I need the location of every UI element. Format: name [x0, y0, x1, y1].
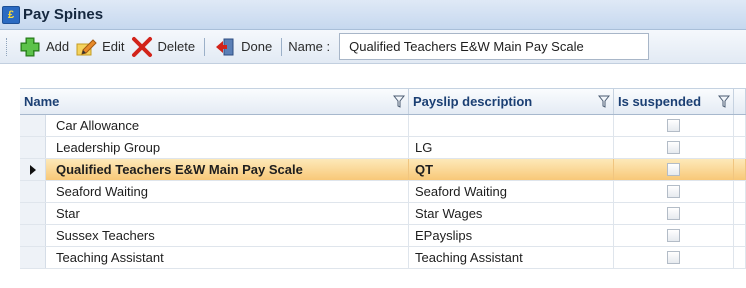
cell-name: Teaching Assistant — [46, 247, 409, 268]
pay-spines-icon: £ — [2, 5, 20, 24]
cell-payslip-description: EPayslips — [409, 225, 614, 246]
edit-pencil-icon — [76, 38, 97, 55]
cell-extra — [734, 137, 746, 158]
cell-name: Leadership Group — [46, 137, 409, 158]
table-row[interactable]: Sussex Teachers EPayslips — [20, 225, 746, 247]
table-row[interactable]: Teaching Assistant Teaching Assistant — [20, 247, 746, 269]
row-selector[interactable] — [20, 181, 46, 202]
column-header-name[interactable]: Name — [20, 89, 409, 114]
pay-spines-grid: Name Payslip description Is suspended Ca… — [20, 88, 746, 269]
cell-payslip-description: Star Wages — [409, 203, 614, 224]
exit-door-icon — [216, 38, 234, 55]
cell-name: Car Allowance — [46, 115, 409, 136]
delete-x-icon — [131, 36, 152, 57]
suspended-checkbox[interactable] — [667, 185, 680, 198]
delete-button[interactable]: Delete — [128, 36, 199, 58]
cell-is-suspended — [614, 247, 734, 268]
done-button[interactable]: Done — [211, 36, 275, 58]
cell-extra — [734, 225, 746, 246]
row-selector[interactable] — [20, 203, 46, 224]
table-row[interactable]: Star Star Wages — [20, 203, 746, 225]
cell-is-suspended — [614, 225, 734, 246]
done-label: Done — [241, 39, 273, 54]
cell-name: Qualified Teachers E&W Main Pay Scale — [46, 159, 409, 180]
add-label: Add — [46, 39, 70, 54]
row-selector[interactable] — [20, 115, 46, 136]
row-selector[interactable] — [20, 225, 46, 246]
cell-name: Seaford Waiting — [46, 181, 409, 202]
filter-icon[interactable] — [393, 95, 405, 108]
cell-name: Star — [46, 203, 409, 224]
row-selector[interactable] — [20, 137, 46, 158]
cell-extra — [734, 159, 746, 180]
cell-extra — [734, 247, 746, 268]
cell-payslip-description: Teaching Assistant — [409, 247, 614, 268]
cell-extra — [734, 115, 746, 136]
toolbar-grip[interactable] — [6, 37, 9, 56]
suspended-checkbox[interactable] — [667, 229, 680, 242]
name-label: Name : — [288, 39, 331, 54]
delete-label: Delete — [157, 39, 196, 54]
cell-is-suspended — [614, 159, 734, 180]
table-row-current[interactable]: Qualified Teachers E&W Main Pay Scale QT — [20, 159, 746, 181]
filter-icon[interactable] — [598, 95, 610, 108]
suspended-checkbox[interactable] — [667, 163, 680, 176]
window-title: Pay Spines — [23, 6, 104, 23]
cell-name: Sussex Teachers — [46, 225, 409, 246]
title-bar: £ Pay Spines — [0, 0, 746, 30]
cell-extra — [734, 181, 746, 202]
cell-payslip-description: LG — [409, 137, 614, 158]
edit-button[interactable]: Edit — [72, 36, 127, 58]
toolbar: Add Edit Delete Done Name : Qualified Te… — [0, 30, 746, 64]
table-row[interactable]: Seaford Waiting Seaford Waiting — [20, 181, 746, 203]
toolbar-separator — [204, 37, 206, 56]
suspended-checkbox[interactable] — [667, 119, 680, 132]
table-row[interactable]: Leadership Group LG — [20, 137, 746, 159]
suspended-checkbox[interactable] — [667, 207, 680, 220]
cell-payslip-description: Seaford Waiting — [409, 181, 614, 202]
cell-is-suspended — [614, 137, 734, 158]
toolbar-separator — [281, 37, 283, 56]
grid-header: Name Payslip description Is suspended — [20, 88, 746, 115]
column-header-payslip-description[interactable]: Payslip description — [409, 89, 614, 114]
column-header-extra — [734, 89, 746, 114]
edit-label: Edit — [102, 39, 125, 54]
name-field[interactable]: Qualified Teachers E&W Main Pay Scale — [339, 33, 650, 60]
table-row[interactable]: Car Allowance — [20, 115, 746, 137]
cell-is-suspended — [614, 181, 734, 202]
row-selector[interactable] — [20, 247, 46, 268]
cell-extra — [734, 203, 746, 224]
current-row-arrow-icon — [30, 165, 36, 175]
column-header-is-suspended[interactable]: Is suspended — [614, 89, 734, 114]
add-icon — [20, 37, 40, 56]
suspended-checkbox[interactable] — [667, 141, 680, 154]
cell-payslip-description: QT — [409, 159, 614, 180]
filter-icon[interactable] — [718, 95, 730, 108]
suspended-checkbox[interactable] — [667, 251, 680, 264]
cell-payslip-description — [409, 115, 614, 136]
add-button[interactable]: Add — [16, 36, 72, 58]
cell-is-suspended — [614, 203, 734, 224]
cell-is-suspended — [614, 115, 734, 136]
row-selector[interactable] — [20, 159, 46, 180]
